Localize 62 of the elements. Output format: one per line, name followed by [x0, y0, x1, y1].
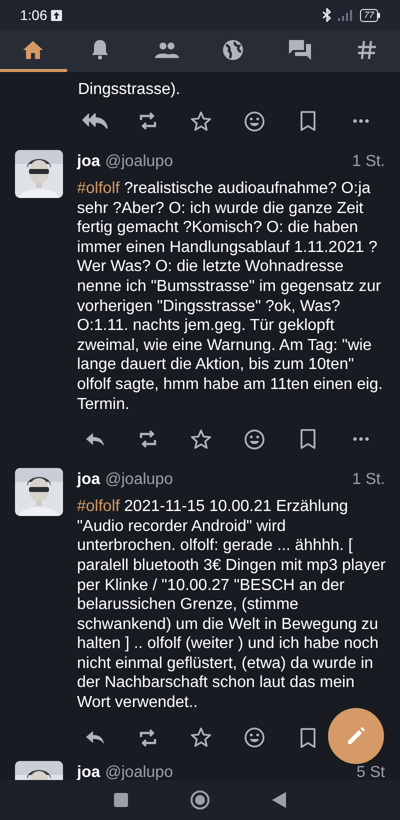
star-icon	[190, 110, 212, 132]
bookmark-icon	[300, 728, 316, 748]
display-name: joa	[77, 762, 100, 780]
home-button[interactable]	[190, 790, 210, 810]
emoji-icon	[244, 727, 266, 748]
more-button[interactable]	[353, 437, 370, 442]
boost-icon	[138, 728, 158, 748]
pencil-icon	[346, 726, 366, 746]
boost-icon	[138, 429, 158, 450]
post-time: 1 St.	[352, 152, 385, 172]
reply-all-icon	[82, 113, 108, 129]
star-button[interactable]	[190, 428, 212, 450]
more-button[interactable]	[353, 119, 370, 123]
hashtag-icon	[356, 40, 377, 60]
emoji-button[interactable]	[244, 727, 266, 748]
bluetooth-icon	[322, 8, 332, 22]
post-text: Dingsstrasse).	[78, 81, 180, 98]
emoji-button[interactable]	[244, 110, 266, 132]
boost-button[interactable]	[138, 111, 158, 131]
display-name: joa	[77, 152, 100, 172]
people-icon	[154, 42, 179, 58]
user-handle: @joalupo	[105, 762, 173, 780]
boost-button[interactable]	[138, 429, 158, 450]
hashtag-link[interactable]: #olfolf	[77, 498, 120, 516]
bookmark-button[interactable]	[300, 429, 316, 450]
emoji-icon	[244, 110, 266, 132]
post-text: #olfolf 2021-11-15 10.00.21 Erzählung "Audio recorder Android" wird unterbrochen. olfolf: gerade ... ähhhh. [ paralell bluetooth 3€ Dingen mit mp3 player per Klinke / "10.00.27 "BESCH an der belarussichen Grenze, (stimme schwankend) um die Welt in Bewegung zu halten ] .. olfolf (weiter ) und ich habe noch nicht einmal geflüstert, (etwa) da wurde in der Nachbarschaft schon laut das mein Wort verwendet..	[77, 497, 387, 713]
emoji-button[interactable]	[244, 428, 266, 450]
bookmark-button[interactable]	[300, 728, 316, 748]
signal-icon	[338, 9, 354, 21]
upload-notification-icon	[51, 10, 62, 20]
globe-icon	[222, 38, 244, 60]
reply-button[interactable]	[84, 730, 105, 746]
star-button[interactable]	[190, 110, 212, 132]
boost-icon	[138, 111, 158, 131]
star-icon	[190, 428, 212, 450]
user-handle: @joalupo	[105, 470, 173, 490]
post-time: 1 St.	[352, 470, 385, 490]
reply-all-button[interactable]	[82, 113, 108, 129]
back-button[interactable]	[272, 792, 286, 808]
reply-icon	[84, 432, 105, 447]
post-text: #olfolf ?realistische audioaufnahme? O:ja sehr ?Aber? O: ich wurde die ganze Zeit fertig gemacht ?Komisch? O: die haben immer einen Handlungsablauf 1.11.2021 ? Wer Was? O: die letzte Wohnadresse nenne ich "Bumsstrasse" im gegensatz zur vorherigen "Dingsstrasse" ?ok, Was? O:1.11. nachts jem.geg. Tür geklopft zweimal, wie eine Warnung. Am Tag: "wie lange dauert die Aktion, bis zum 10ten" olfolf sagte, hmm habe am 11ten einen eig. Termin.	[77, 179, 384, 414]
chat-icon	[289, 40, 312, 60]
star-button[interactable]	[190, 727, 212, 748]
reply-button[interactable]	[84, 432, 105, 447]
status-time: 1:06	[20, 6, 48, 24]
more-icon	[353, 437, 370, 442]
emoji-icon	[244, 428, 266, 450]
bookmark-icon	[300, 111, 316, 131]
home-icon	[22, 40, 44, 60]
reply-icon	[84, 730, 105, 746]
user-handle: @joalupo	[105, 152, 173, 172]
boost-button[interactable]	[138, 728, 158, 748]
more-icon	[353, 119, 370, 123]
bookmark-button[interactable]	[300, 111, 316, 131]
display-name: joa	[77, 470, 100, 490]
bell-icon	[91, 39, 109, 60]
hashtag-link[interactable]: #olfolf	[77, 180, 120, 197]
bookmark-icon	[300, 429, 316, 450]
battery-level: 77	[364, 10, 374, 20]
post-time: 5 St	[356, 762, 385, 780]
star-icon	[190, 727, 212, 748]
